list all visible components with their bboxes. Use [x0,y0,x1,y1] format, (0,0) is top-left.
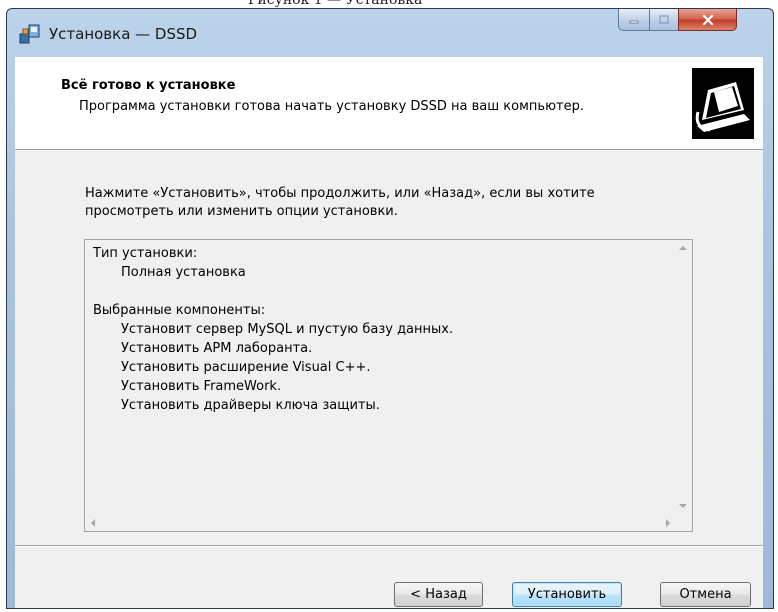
close-button[interactable] [678,9,737,31]
title-bar[interactable]: Установка — DSSD [7,9,773,57]
install-type-label: Тип установки: [93,246,198,261]
scroll-up-icon[interactable] [679,246,687,250]
installer-app-icon [19,23,41,45]
component-item: Установит сервер MySQL и пустую базу дан… [121,322,454,337]
install-type-value: Полная установка [121,265,246,280]
minimize-icon [629,20,639,23]
wizard-header: Всё готово к установке Программа установ… [15,57,763,150]
close-icon [702,14,713,25]
installer-window: Установка — DSSD Всё готово к установке … [6,8,774,609]
vertical-scrollbar[interactable] [675,240,692,514]
component-item: Установить FrameWork. [121,379,282,394]
window-client-area: Всё готово к установке Программа установ… [15,57,763,608]
maximize-icon [659,14,669,24]
footer-divider [15,545,763,547]
minimize-button[interactable] [618,9,650,31]
window-title: Установка — DSSD [49,25,198,43]
instruction-line: просмотреть или изменить опции установки… [85,204,398,219]
scrollbar-corner [675,514,692,531]
install-summary-box[interactable]: Тип установки: Полная установка Выбранны… [84,239,693,532]
component-item: Установить драйверы ключа защиты. [121,398,380,413]
setup-computer-icon [692,68,754,139]
scroll-down-icon[interactable] [679,504,687,508]
install-button[interactable]: Установить [512,582,622,607]
component-item: Установить АРМ лаборанта. [121,341,313,356]
instruction-line: Нажмите «Установить», чтобы продолжить, … [85,186,595,201]
maximize-button[interactable] [649,9,679,31]
instruction-text: Нажмите «Установить», чтобы продолжить, … [85,185,705,221]
horizontal-scrollbar[interactable] [85,514,676,531]
page-title: Всё готово к установке [61,78,236,93]
page-caption-fragment: Рисунок 1 — Установка [248,0,423,8]
page-subtitle: Программа установки готова начать устано… [79,99,584,114]
back-button[interactable]: < Назад [394,582,483,607]
cancel-button[interactable]: Отмена [660,582,751,607]
summary-content: Тип установки: Полная установка Выбранны… [93,244,672,415]
scroll-right-icon[interactable] [666,519,670,527]
components-label: Выбранные компоненты: [93,303,266,318]
scroll-left-icon[interactable] [91,519,95,527]
component-item: Установить расширение Visual C++. [121,360,371,375]
